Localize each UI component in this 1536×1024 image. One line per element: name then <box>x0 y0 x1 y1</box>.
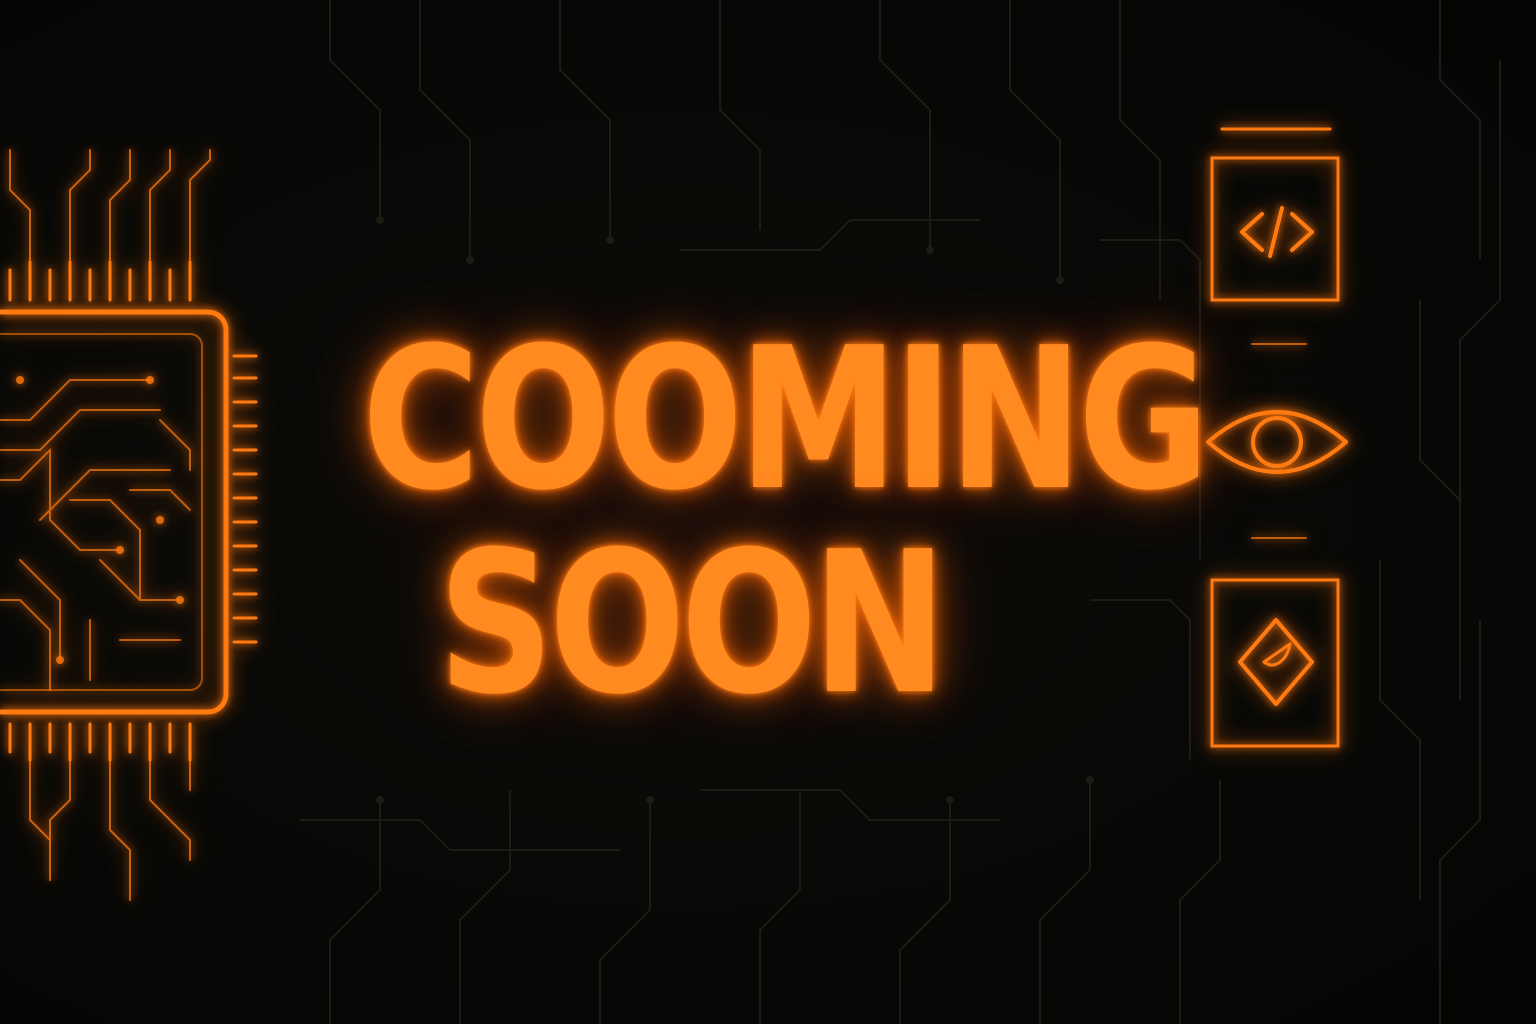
divider-line <box>1251 343 1307 345</box>
headline-line-2: SOON <box>438 510 947 738</box>
divider-line <box>1251 537 1307 539</box>
code-file-icon <box>1210 156 1340 302</box>
coming-soon-headline: COOMING SOON <box>362 306 1210 738</box>
feature-icon-column <box>1180 110 1380 790</box>
design-diamond-icon <box>1210 578 1340 748</box>
top-divider-line <box>1220 127 1332 131</box>
headline-line-1: COOMING <box>362 306 1210 534</box>
microchip-icon <box>0 149 258 901</box>
eye-icon <box>1206 410 1348 474</box>
coming-soon-banner: COOMING SOON <box>0 0 1536 1024</box>
